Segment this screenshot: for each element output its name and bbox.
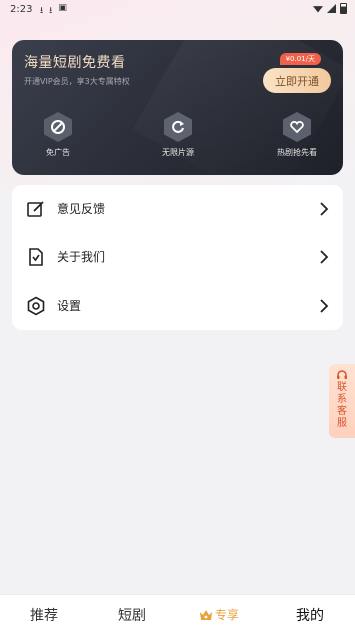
status-time: 2:23 (10, 4, 33, 15)
nav-tab-recommend[interactable]: 推荐 (30, 605, 58, 625)
bottom-nav: 推荐 短剧 专享 我的 (0, 594, 355, 633)
crown-icon (200, 609, 212, 620)
vip-card[interactable]: 海量短剧免费看 开通VIP会员，享3大专属特权 ¥0.01/天 立即开通 免广告… (12, 40, 343, 175)
notification-icons: ⭳ ⭳ ▣ (40, 3, 67, 19)
menu-item-label: 意见反馈 (57, 202, 106, 216)
image-icon: ▣ (58, 3, 67, 13)
menu-item-settings[interactable]: 设置 (12, 282, 343, 330)
chevron-right-icon (320, 299, 329, 313)
benefit-label: 免广告 (46, 148, 70, 157)
vip-title: 海量短剧免费看 (24, 55, 126, 71)
gear-icon (27, 296, 45, 316)
contact-service-button[interactable]: 联系客服 (329, 364, 355, 438)
document-icon (29, 248, 43, 266)
status-bar: 2:23 ⭳ ⭳ ▣ (0, 0, 355, 20)
menu-item-label: 关于我们 (57, 250, 106, 264)
headset-icon (337, 370, 347, 379)
price-badge: ¥0.01/天 (279, 53, 321, 65)
benefit-no-ads: 免广告 (18, 112, 98, 158)
benefit-unlimited: 无限片源 (138, 112, 218, 158)
menu-item-label: 设置 (57, 299, 82, 313)
download-icon: ⭳ (40, 6, 44, 16)
benefit-label: 热剧抢先看 (277, 148, 317, 157)
nav-tab-vip-label: 专享 (215, 608, 240, 622)
benefit-early-access: 热剧抢先看 (257, 112, 337, 158)
contact-service-label: 联系客服 (337, 382, 347, 429)
chevron-right-icon (320, 202, 329, 216)
no-ads-icon (51, 120, 65, 134)
battery-icon (340, 3, 347, 14)
edit-icon (27, 201, 44, 217)
signal-icon (327, 4, 336, 13)
system-icons (313, 3, 347, 14)
nav-tab-shorts[interactable]: 短剧 (118, 605, 146, 625)
menu-item-about[interactable]: 关于我们 (12, 233, 343, 281)
download-icon: ⭳ (49, 6, 53, 16)
vip-subtitle: 开通VIP会员，享3大专属特权 (24, 77, 130, 86)
nav-tab-mine[interactable]: 我的 (296, 605, 324, 625)
chevron-right-icon (320, 250, 329, 264)
settings-menu: 意见反馈 关于我们 设置 (12, 185, 343, 330)
wifi-icon (313, 6, 323, 13)
menu-item-feedback[interactable]: 意见反馈 (12, 185, 343, 233)
benefit-label: 无限片源 (162, 148, 194, 157)
open-vip-button[interactable]: 立即开通 (263, 68, 331, 93)
heart-icon (290, 121, 304, 134)
refresh-icon (172, 120, 184, 133)
nav-tab-vip[interactable]: 专享 (199, 606, 239, 623)
